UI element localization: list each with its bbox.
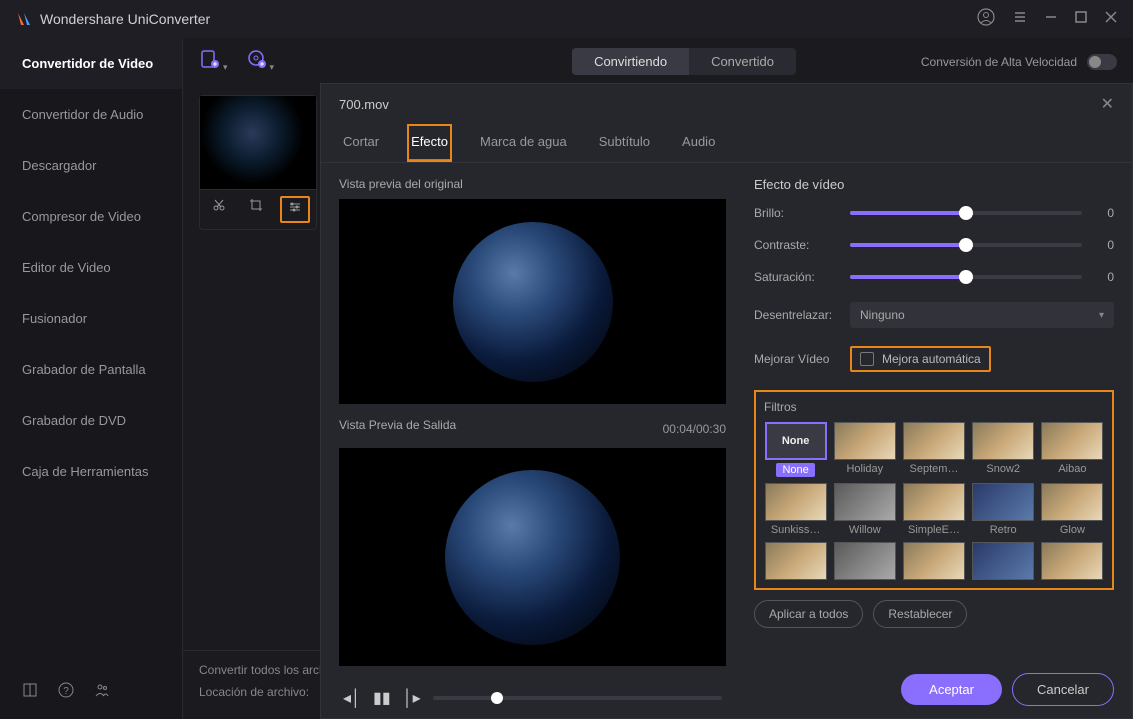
saturation-slider[interactable] bbox=[850, 275, 1082, 279]
saturation-value: 0 bbox=[1094, 270, 1114, 284]
filter-extra-5[interactable] bbox=[1041, 542, 1104, 580]
filter-extra-2[interactable] bbox=[833, 542, 896, 580]
effect-section-title: Efecto de vídeo bbox=[754, 177, 1114, 192]
cut-tool-icon[interactable] bbox=[206, 196, 232, 223]
enhance-label: Mejorar Vídeo bbox=[754, 352, 850, 366]
deinterlace-label: Desentrelazar: bbox=[754, 308, 850, 322]
auto-enhance-label: Mejora automática bbox=[882, 352, 981, 366]
modal-filename: 700.mov bbox=[339, 97, 1101, 112]
effect-modal: 700.mov ✕ Cortar Efecto Marca de agua Su… bbox=[320, 83, 1133, 719]
titlebar: Wondershare UniConverter bbox=[0, 0, 1133, 38]
toolbar: ▾ ▾ Convirtiendo Convertido Conversión d… bbox=[183, 38, 1133, 85]
accept-button[interactable]: Aceptar bbox=[901, 674, 1002, 705]
sidebar-item-downloader[interactable]: Descargador bbox=[0, 140, 182, 191]
filter-simplee[interactable]: SimpleE… bbox=[902, 483, 965, 536]
filter-holiday[interactable]: Holiday bbox=[833, 422, 896, 477]
brightness-slider[interactable] bbox=[850, 211, 1082, 215]
filter-none[interactable]: NoneNone bbox=[764, 422, 827, 477]
preview-output: ◂│ ▮▮ │▸ bbox=[339, 448, 726, 666]
tab-converting[interactable]: Convirtiendo bbox=[572, 48, 689, 75]
sidebar-item-merger[interactable]: Fusionador bbox=[0, 293, 182, 344]
filter-extra-3[interactable] bbox=[902, 542, 965, 580]
people-icon[interactable] bbox=[94, 682, 110, 703]
svg-text:?: ? bbox=[63, 686, 69, 697]
app-title: Wondershare UniConverter bbox=[40, 11, 977, 27]
saturation-label: Saturación: bbox=[754, 270, 850, 284]
book-icon[interactable] bbox=[22, 682, 38, 703]
modal-tab-cut[interactable]: Cortar bbox=[339, 124, 383, 162]
crop-tool-icon[interactable] bbox=[243, 196, 269, 223]
help-icon[interactable]: ? bbox=[58, 682, 74, 703]
chevron-down-icon: ▾ bbox=[1099, 310, 1104, 321]
sidebar-item-video-compressor[interactable]: Compresor de Video bbox=[0, 191, 182, 242]
reset-button[interactable]: Restablecer bbox=[873, 600, 967, 628]
sidebar-item-video-editor[interactable]: Editor de Video bbox=[0, 242, 182, 293]
filter-willow[interactable]: Willow bbox=[833, 483, 896, 536]
contrast-label: Contraste: bbox=[754, 238, 850, 252]
filter-aibao[interactable]: Aibao bbox=[1041, 422, 1104, 477]
filter-retro[interactable]: Retro bbox=[972, 483, 1035, 536]
modal-tab-subtitle[interactable]: Subtítulo bbox=[595, 124, 654, 162]
modal-tab-watermark[interactable]: Marca de agua bbox=[476, 124, 571, 162]
app-logo bbox=[16, 11, 32, 27]
timecode: 00:04/00:30 bbox=[663, 422, 726, 436]
brightness-value: 0 bbox=[1094, 206, 1114, 220]
filter-september[interactable]: Septem… bbox=[902, 422, 965, 477]
apply-all-button[interactable]: Aplicar a todos bbox=[754, 600, 863, 628]
sidebar-item-video-converter[interactable]: Convertidor de Video bbox=[0, 38, 182, 89]
filter-snow2[interactable]: Snow2 bbox=[972, 422, 1035, 477]
maximize-icon[interactable] bbox=[1075, 10, 1087, 28]
checkbox-icon bbox=[860, 352, 874, 366]
modal-close-icon[interactable]: ✕ bbox=[1101, 94, 1114, 114]
speed-label: Conversión de Alta Velocidad bbox=[921, 55, 1077, 69]
filters-panel: Filtros NoneNone Holiday Septem… Snow2 A… bbox=[754, 390, 1114, 590]
sidebar: Convertidor de Video Convertidor de Audi… bbox=[0, 38, 183, 719]
modal-tab-audio[interactable]: Audio bbox=[678, 124, 719, 162]
sidebar-item-audio-converter[interactable]: Convertidor de Audio bbox=[0, 89, 182, 140]
minimize-icon[interactable] bbox=[1045, 10, 1057, 28]
sidebar-item-toolbox[interactable]: Caja de Herramientas bbox=[0, 446, 182, 497]
filter-extra-1[interactable] bbox=[764, 542, 827, 580]
auto-enhance-checkbox[interactable]: Mejora automática bbox=[850, 346, 991, 372]
modal-tab-effect[interactable]: Efecto bbox=[407, 124, 452, 162]
deinterlace-select[interactable]: Ninguno▾ bbox=[850, 302, 1114, 328]
preview-output-label: Vista Previa de Salida bbox=[339, 418, 456, 432]
video-thumbnail[interactable] bbox=[199, 95, 317, 230]
add-file-icon[interactable]: ▾ bbox=[199, 48, 228, 75]
account-icon[interactable] bbox=[977, 8, 995, 31]
tab-converted[interactable]: Convertido bbox=[689, 48, 796, 75]
effect-tool-icon[interactable] bbox=[280, 196, 310, 223]
preview-original-label: Vista previa del original bbox=[339, 177, 726, 191]
menu-icon[interactable] bbox=[1013, 10, 1027, 29]
contrast-value: 0 bbox=[1094, 238, 1114, 252]
brightness-label: Brillo: bbox=[754, 206, 850, 220]
thumbnail-image bbox=[200, 96, 316, 189]
speed-toggle[interactable] bbox=[1087, 54, 1117, 70]
filter-glow[interactable]: Glow bbox=[1041, 483, 1104, 536]
contrast-slider[interactable] bbox=[850, 243, 1082, 247]
preview-original bbox=[339, 199, 726, 404]
sidebar-item-dvd-recorder[interactable]: Grabador de DVD bbox=[0, 395, 182, 446]
cancel-button[interactable]: Cancelar bbox=[1012, 673, 1114, 706]
filter-extra-4[interactable] bbox=[972, 542, 1035, 580]
filter-sunkiss[interactable]: Sunkiss… bbox=[764, 483, 827, 536]
filters-title: Filtros bbox=[764, 400, 1104, 414]
add-dvd-icon[interactable]: ▾ bbox=[246, 48, 275, 75]
close-icon[interactable] bbox=[1105, 10, 1117, 28]
sidebar-item-screen-recorder[interactable]: Grabador de Pantalla bbox=[0, 344, 182, 395]
